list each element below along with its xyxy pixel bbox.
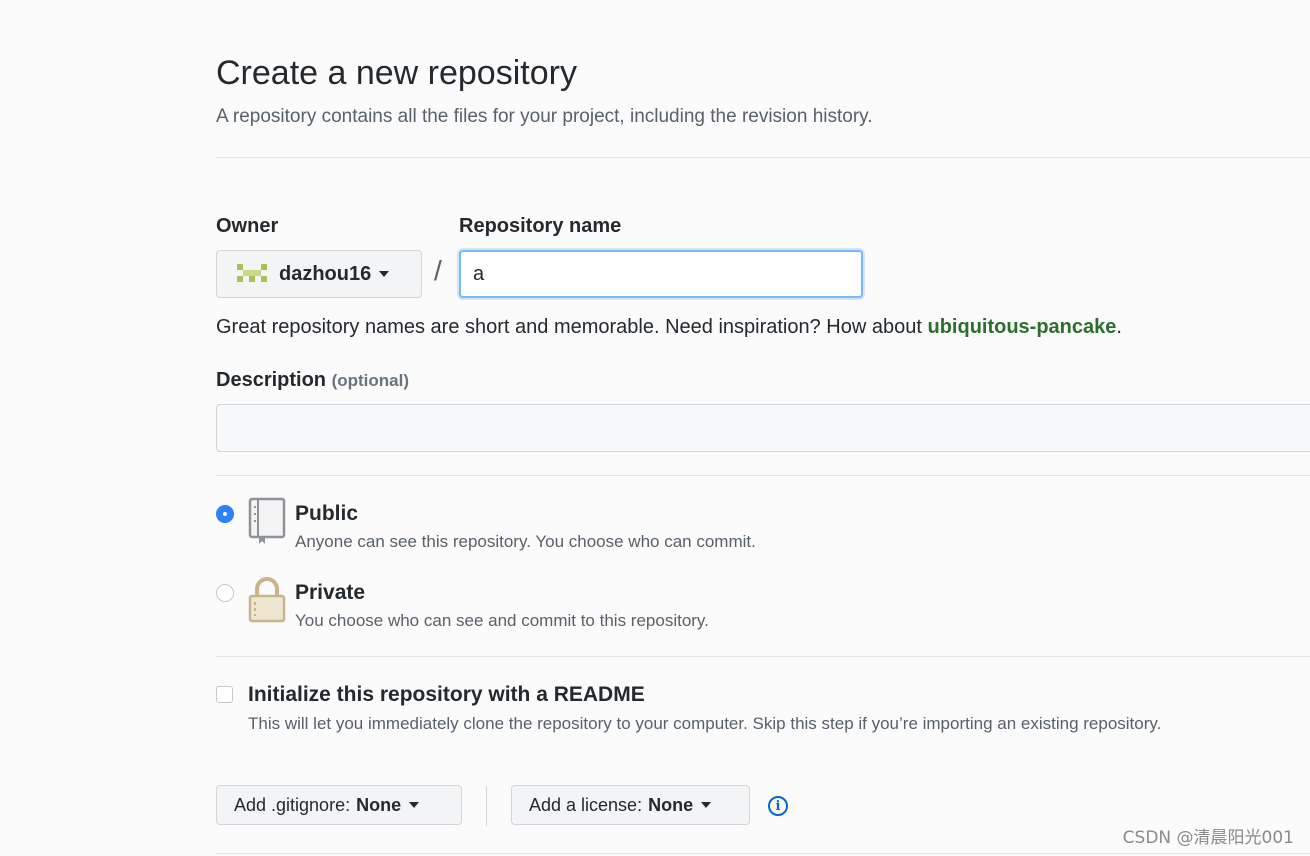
name-hint-text: Great repository names are short and mem… xyxy=(216,316,928,338)
optional-tag: (optional) xyxy=(331,371,410,390)
caret-down-icon xyxy=(379,271,390,277)
name-suggestion-link[interactable]: ubiquitous-pancake xyxy=(927,316,1116,338)
public-radio[interactable] xyxy=(216,505,234,523)
caret-down-icon xyxy=(409,802,420,808)
gitignore-value: None xyxy=(356,794,402,815)
divider xyxy=(486,786,487,826)
caret-down-icon xyxy=(701,802,712,808)
description-label: Description (optional) xyxy=(216,369,409,392)
name-hint: Great repository names are short and mem… xyxy=(216,316,1122,339)
repo-name-label: Repository name xyxy=(459,215,622,237)
public-desc: Anyone can see this repository. You choo… xyxy=(295,532,756,551)
owner-name: dazhou16 xyxy=(279,262,372,285)
private-title: Private xyxy=(295,581,366,604)
new-repo-form: Create a new repository A repository con… xyxy=(216,0,1310,856)
owner-dropdown[interactable]: dazhou16 xyxy=(216,250,422,298)
description-input[interactable] xyxy=(216,404,1310,452)
readme-title: Initialize this repository with a README xyxy=(248,683,645,706)
watermark: CSDN @清晨阳光001 xyxy=(1122,828,1294,848)
readme-desc: This will let you immediately clone the … xyxy=(248,714,1162,733)
license-dropdown[interactable]: Add a license: None xyxy=(511,785,750,825)
public-title: Public xyxy=(295,502,359,525)
page-subtitle: A repository contains all the files for … xyxy=(216,106,873,127)
lock-icon xyxy=(248,577,286,623)
readme-checkbox[interactable] xyxy=(216,686,233,703)
divider xyxy=(216,853,1310,854)
divider xyxy=(216,157,1310,158)
name-hint-suffix: . xyxy=(1116,316,1122,338)
gitignore-label: Add .gitignore: xyxy=(234,794,351,815)
description-label-text: Description xyxy=(216,369,327,391)
avatar-icon xyxy=(237,264,267,282)
owner-label: Owner xyxy=(216,215,279,237)
gitignore-dropdown[interactable]: Add .gitignore: None xyxy=(216,785,462,825)
book-icon xyxy=(248,497,286,544)
license-label: Add a license: xyxy=(529,794,643,815)
license-value: None xyxy=(648,794,694,815)
divider xyxy=(216,475,1310,476)
private-desc: You choose who can see and commit to thi… xyxy=(295,611,709,630)
repo-name-input[interactable] xyxy=(459,250,863,298)
info-icon[interactable]: i xyxy=(768,796,788,816)
owner-repo-separator: / xyxy=(434,255,442,286)
divider xyxy=(216,656,1310,657)
page-title: Create a new repository xyxy=(216,54,577,92)
private-radio[interactable] xyxy=(216,584,234,602)
